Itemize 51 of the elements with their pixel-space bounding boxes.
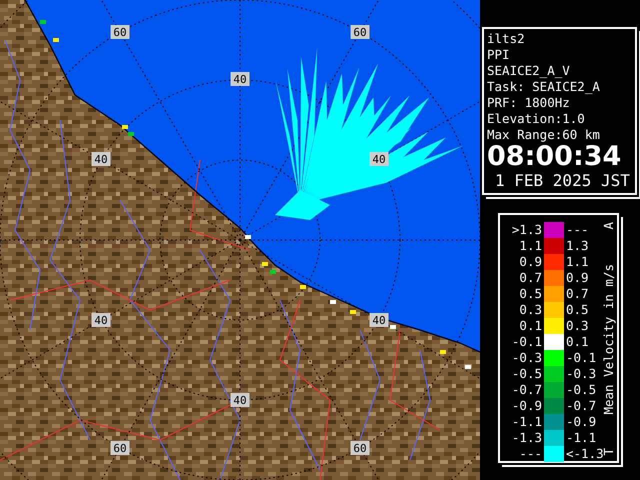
scan-name: SEAICE2_A_V	[487, 63, 570, 79]
task-name: Task: SEAICE2_A	[487, 79, 600, 95]
legend-mark: T	[602, 448, 616, 456]
legend-label: -0.5	[510, 366, 542, 382]
product-type: PPI	[487, 47, 510, 63]
legend-label: 0.1	[566, 334, 590, 350]
legend-label: 0.7	[518, 270, 542, 286]
legend-label: 0.3	[518, 302, 542, 318]
prf-value: PRF: 1800Hz	[487, 95, 570, 111]
legend-label: -0.7	[566, 398, 598, 414]
legend-label: 0.1	[518, 318, 542, 334]
range-label: 40	[230, 72, 250, 86]
range-label: 40	[230, 393, 250, 407]
elevation-value: Elevation:1.0	[487, 111, 585, 127]
range-label: 60	[350, 25, 370, 39]
legend-label: 0.7	[566, 286, 590, 302]
max-range-value: Max Range:60 km	[487, 127, 600, 143]
legend-label: 0.9	[518, 254, 542, 270]
legend-label: -0.3	[566, 366, 598, 382]
range-label: 40	[92, 313, 110, 327]
legend-label: 1.1	[518, 238, 542, 254]
legend-label: -1.1	[566, 430, 598, 446]
legend-label: -0.5	[566, 382, 598, 398]
legend-label: 0.5	[518, 286, 542, 302]
range-label: 40	[370, 313, 388, 327]
legend-label: -0.7	[510, 382, 542, 398]
legend-label: 0.9	[566, 270, 590, 286]
legend-label: -0.9	[566, 414, 598, 430]
range-label: 40	[370, 152, 388, 166]
range-label: 60	[350, 441, 370, 455]
legend-label: ---	[566, 222, 590, 238]
observation-date: 1 FEB 2025 JST	[494, 171, 630, 191]
legend-label: >1.3	[510, 222, 542, 238]
observation-time: 08:00:34	[487, 143, 622, 171]
legend-label: -1.1	[510, 414, 542, 430]
legend-label: 1.1	[566, 254, 590, 270]
legend-label: 1.3	[566, 238, 590, 254]
legend-label: -0.3	[510, 350, 542, 366]
legend-label: -0.9	[510, 398, 542, 414]
range-label: 40	[92, 152, 110, 166]
legend-label: -0.1	[566, 350, 598, 366]
legend-label: 0.3	[566, 318, 590, 334]
legend-mark: A	[602, 222, 616, 230]
legend-title: Mean Velocity in m/s	[602, 264, 616, 414]
legend-label: -0.1	[510, 334, 542, 350]
range-label: 60	[110, 441, 130, 455]
legend-label: 0.5	[566, 302, 590, 318]
legend-label: -1.3	[510, 430, 542, 446]
site-name: ilts2	[487, 31, 525, 47]
range-label: 60	[110, 25, 130, 39]
legend-label: ---	[518, 446, 542, 462]
